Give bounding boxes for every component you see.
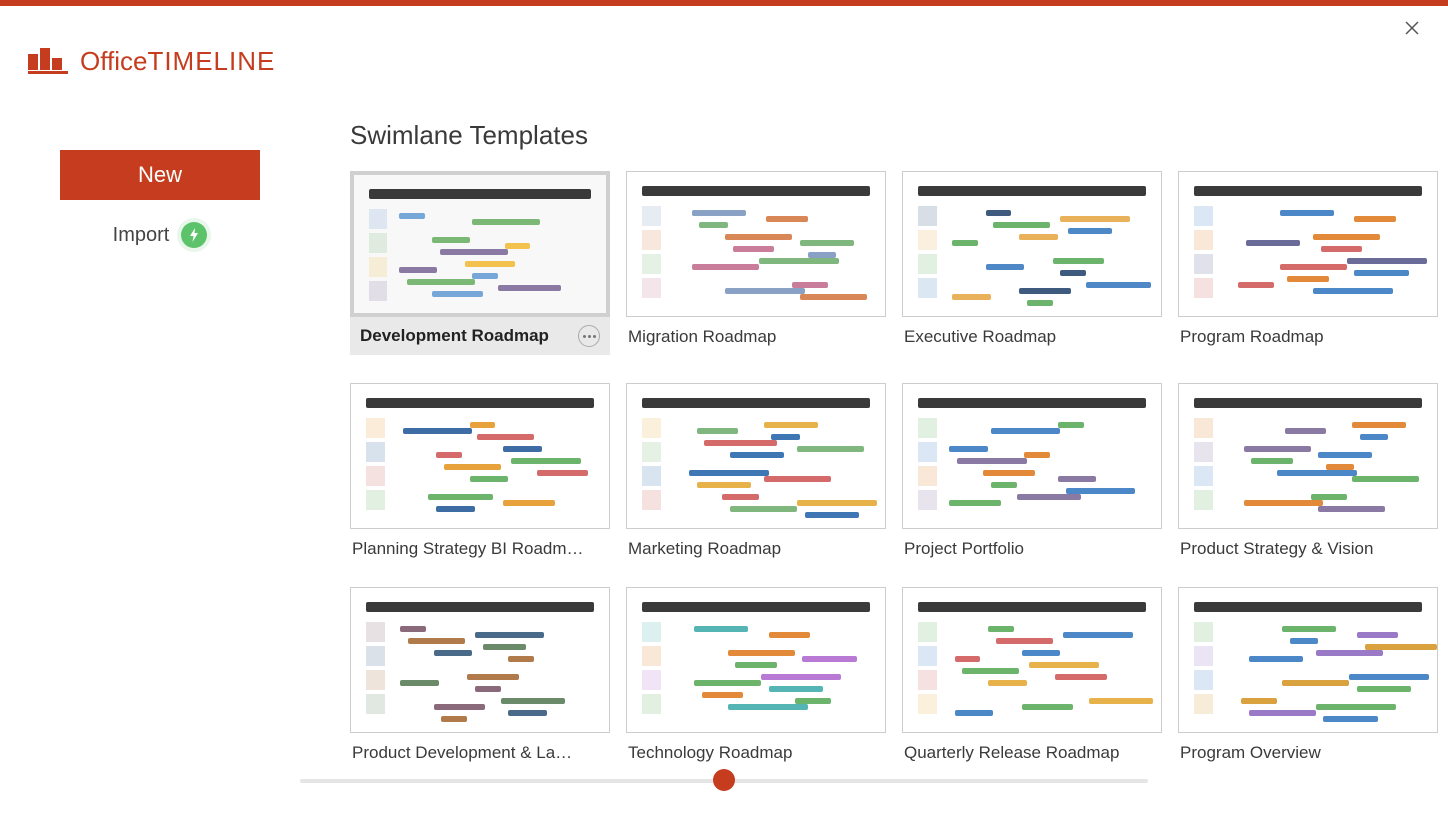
template-thumbnail: [1178, 383, 1438, 529]
template-label: Program Roadmap: [1180, 327, 1324, 347]
more-options-button[interactable]: [578, 325, 600, 347]
brand-name: OfficeTIMELINE: [80, 46, 275, 77]
template-card[interactable]: Program Roadmap: [1178, 171, 1438, 355]
pager-handle[interactable]: [713, 769, 735, 791]
template-label-row: Executive Roadmap: [902, 317, 1162, 347]
template-label: Product Development & La…: [352, 743, 572, 763]
template-card[interactable]: Marketing Roadmap: [626, 383, 886, 559]
template-card[interactable]: Migration Roadmap: [626, 171, 886, 355]
template-label-row: Quarterly Release Roadmap: [902, 733, 1162, 763]
template-card[interactable]: Planning Strategy BI Roadm…: [350, 383, 610, 559]
template-card[interactable]: Program Overview: [1178, 587, 1438, 763]
template-label-row: Migration Roadmap: [626, 317, 886, 347]
template-thumbnail: [902, 171, 1162, 317]
template-thumbnail: [1178, 171, 1438, 317]
template-thumbnail: [350, 171, 610, 317]
template-label: Program Overview: [1180, 743, 1321, 763]
template-thumbnail: [626, 171, 886, 317]
close-icon: [1405, 21, 1419, 35]
template-label-row: Development Roadmap: [350, 317, 610, 355]
template-card[interactable]: Technology Roadmap: [626, 587, 886, 763]
template-label: Marketing Roadmap: [628, 539, 781, 559]
template-grid: Development Roadmap Migration Roadmap Exec…: [350, 171, 1428, 763]
template-card[interactable]: Quarterly Release Roadmap: [902, 587, 1162, 763]
template-label-row: Program Overview: [1178, 733, 1438, 763]
template-label: Migration Roadmap: [628, 327, 776, 347]
page-title: Swimlane Templates: [350, 120, 1428, 151]
template-label: Quarterly Release Roadmap: [904, 743, 1119, 763]
main-panel: Swimlane Templates Development Roadmap Mi…: [350, 120, 1428, 763]
import-button[interactable]: Import: [113, 224, 170, 247]
template-card[interactable]: Project Portfolio: [902, 383, 1162, 559]
close-button[interactable]: [1398, 14, 1426, 42]
brand-mark-icon: [28, 44, 68, 79]
template-label: Technology Roadmap: [628, 743, 792, 763]
template-label-row: Planning Strategy BI Roadm…: [350, 529, 610, 559]
template-label-row: Product Strategy & Vision: [1178, 529, 1438, 559]
template-thumbnail: [350, 383, 610, 529]
template-card[interactable]: Executive Roadmap: [902, 171, 1162, 355]
template-label: Project Portfolio: [904, 539, 1024, 559]
bolt-icon: [181, 222, 207, 248]
template-label-row: Product Development & La…: [350, 733, 610, 763]
template-label: Executive Roadmap: [904, 327, 1056, 347]
template-card[interactable]: Development Roadmap: [350, 171, 610, 355]
import-row: Import: [113, 222, 208, 248]
template-label-row: Project Portfolio: [902, 529, 1162, 559]
template-card[interactable]: Product Strategy & Vision: [1178, 383, 1438, 559]
ellipsis-icon: [583, 335, 596, 338]
template-card[interactable]: Product Development & La…: [350, 587, 610, 763]
template-thumbnail: [902, 587, 1162, 733]
template-label: Product Strategy & Vision: [1180, 539, 1373, 559]
brand-logo: OfficeTIMELINE: [28, 44, 275, 79]
accent-bar: [0, 0, 1448, 6]
template-label-row: Program Roadmap: [1178, 317, 1438, 347]
template-label-row: Technology Roadmap: [626, 733, 886, 763]
template-label: Development Roadmap: [360, 326, 549, 346]
template-label: Planning Strategy BI Roadm…: [352, 539, 584, 559]
template-thumbnail: [626, 587, 886, 733]
template-label-row: Marketing Roadmap: [626, 529, 886, 559]
sidebar: New Import: [0, 150, 320, 248]
template-thumbnail: [902, 383, 1162, 529]
new-button[interactable]: New: [60, 150, 260, 200]
template-thumbnail: [626, 383, 886, 529]
template-thumbnail: [1178, 587, 1438, 733]
template-thumbnail: [350, 587, 610, 733]
